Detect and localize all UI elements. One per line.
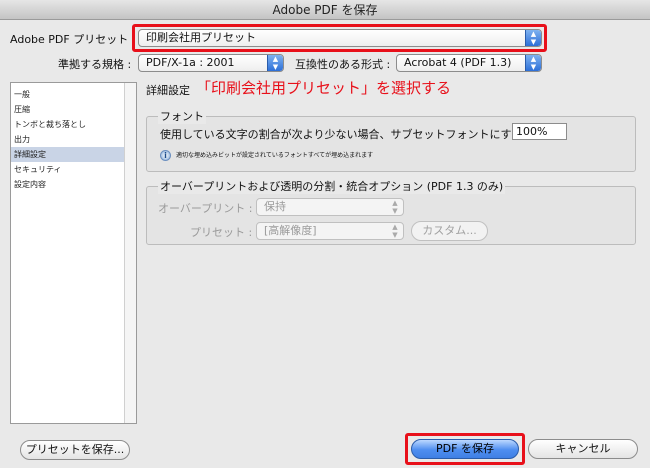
instruction-annotation: 「印刷会社用プリセット」を選択する <box>196 79 452 97</box>
standard-select[interactable]: PDF/X-1a : 2001 ▲ ▼ <box>138 54 284 72</box>
window-title: Adobe PDF を保存 <box>272 3 378 17</box>
preset-label: Adobe PDF プリセット : <box>10 33 136 46</box>
compatibility-label: 互換性のある形式 : <box>295 58 391 71</box>
overprint-select[interactable]: 保持 ▲ ▼ <box>256 198 404 216</box>
sidebar-item-compression[interactable]: 圧縮 <box>11 102 136 117</box>
sidebar-item-summary[interactable]: 設定内容 <box>11 177 136 192</box>
category-list[interactable]: 一般 圧縮 トンボと裁ち落とし 出力 詳細設定 セキュリティ 設定内容 <box>10 82 137 424</box>
section-title: 詳細設定 <box>146 84 190 97</box>
flattener-preset-select[interactable]: [高解像度] ▲ ▼ <box>256 222 404 240</box>
subset-threshold-input[interactable]: 100% <box>512 123 567 140</box>
sidebar-item-advanced[interactable]: 詳細設定 <box>11 147 136 162</box>
sidebar-item-security[interactable]: セキュリティ <box>11 162 136 177</box>
window-title-bar: Adobe PDF を保存 <box>0 0 650 20</box>
fonts-group-title: フォント <box>158 108 206 124</box>
save-pdf-highlight-box <box>405 433 525 465</box>
font-embed-info-text: 適切な埋め込みビットが設定されているフォントすべてが埋め込まれます <box>176 152 374 159</box>
save-preset-button[interactable]: プリセットを保存... <box>20 440 130 460</box>
sidebar-item-general[interactable]: 一般 <box>11 87 136 102</box>
overprint-group-title: オーバープリントおよび透明の分割・統合オプション (PDF 1.3 のみ) <box>158 178 506 194</box>
custom-button[interactable]: カスタム... <box>411 221 488 241</box>
flattener-preset-label: プリセット : <box>190 226 253 239</box>
select-arrows-icon: ▲ ▼ <box>267 55 283 71</box>
sidebar-item-output[interactable]: 出力 <box>11 132 136 147</box>
overprint-select-value: 保持 <box>264 200 286 213</box>
preset-highlight-box <box>132 24 547 52</box>
compatibility-select[interactable]: Acrobat 4 (PDF 1.3) ▲ ▼ <box>396 54 542 72</box>
sidebar-item-marks-bleeds[interactable]: トンボと裁ち落とし <box>11 117 136 132</box>
compatibility-select-value: Acrobat 4 (PDF 1.3) <box>404 56 512 69</box>
select-arrows-icon: ▲ ▼ <box>392 223 398 239</box>
cancel-button[interactable]: キャンセル <box>528 439 638 459</box>
select-arrows-icon: ▲ ▼ <box>392 199 398 215</box>
sidebar-scrollbar[interactable] <box>124 83 136 423</box>
subset-threshold-label: 使用している文字の割合が次より少ない場合、サブセットフォントにする : <box>160 128 530 141</box>
overprint-label: オーバープリント : <box>158 202 253 215</box>
select-arrows-icon: ▲ ▼ <box>525 55 541 71</box>
standard-label: 準拠する規格 : <box>58 58 132 71</box>
flattener-preset-value: [高解像度] <box>264 224 317 237</box>
info-icon: i <box>160 150 171 161</box>
standard-select-value: PDF/X-1a : 2001 <box>146 56 235 69</box>
